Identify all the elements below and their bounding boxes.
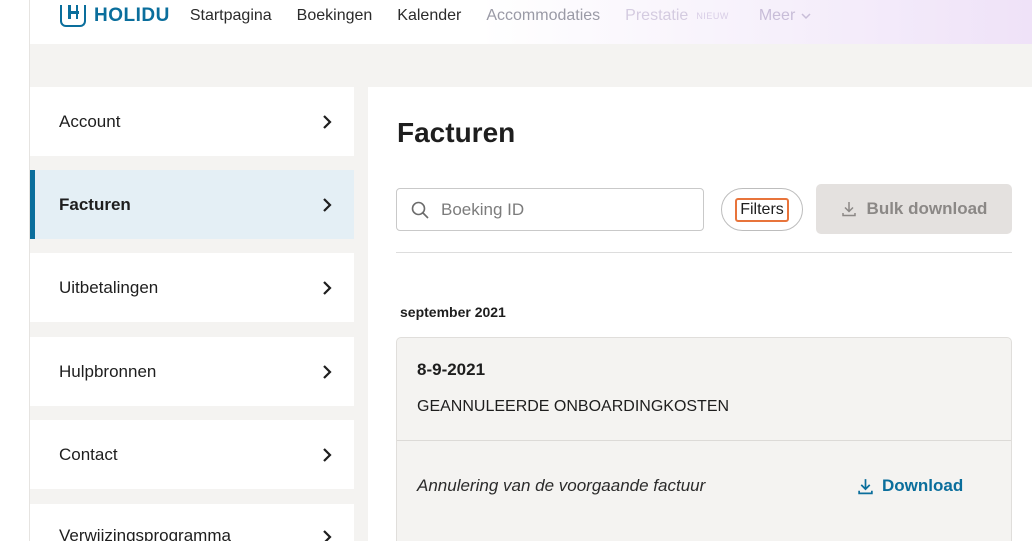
- filters-button[interactable]: Filters: [735, 197, 789, 222]
- sidebar-item-label: Contact: [59, 444, 118, 464]
- divider: [396, 252, 1012, 253]
- chevron-right-icon: [323, 447, 332, 462]
- sidebar-item-facturen[interactable]: Facturen: [30, 170, 354, 239]
- holidu-logo-icon: [60, 5, 86, 27]
- booking-id-search-input[interactable]: [441, 199, 681, 220]
- chevron-right-icon: [323, 530, 332, 541]
- brand-name: HOLIDU: [94, 5, 170, 26]
- left-gutter: [0, 0, 30, 541]
- top-navigation: HOLIDU Startpagina Boekingen Kalender Ac…: [30, 0, 1032, 44]
- invoice-card: 8-9-2021 GEANNULEERDE ONBOARDINGKOSTEN A…: [396, 337, 1012, 541]
- invoice-date: 8-9-2021: [417, 360, 486, 379]
- sidebar-item-hulpbronnen[interactable]: Hulpbronnen: [30, 337, 354, 406]
- sidebar-item-verwijzingsprogramma[interactable]: Verwijzingsprogramma: [30, 504, 354, 541]
- chevron-down-icon: [801, 12, 811, 19]
- chevron-right-icon: [323, 114, 332, 129]
- filters-pill[interactable]: Filters: [721, 188, 803, 231]
- chevron-right-icon: [323, 280, 332, 295]
- download-label: Download: [882, 476, 964, 495]
- sidebar-item-uitbetalingen[interactable]: Uitbetalingen: [30, 253, 354, 322]
- main-panel: Facturen Filters Bulk download september…: [368, 87, 1032, 541]
- nav-item-prestatie[interactable]: Prestatie: [625, 7, 688, 25]
- download-icon: [841, 202, 856, 217]
- invoice-description: Annulering van de voorgaande factuur: [417, 476, 706, 495]
- nav-item-startpagina[interactable]: Startpagina: [190, 7, 272, 25]
- search-icon: [411, 201, 429, 219]
- bulk-download-label: Bulk download: [866, 199, 988, 218]
- sidebar-item-label: Hulpbronnen: [59, 361, 157, 381]
- sidebar-item-label: Facturen: [59, 194, 131, 214]
- sidebar-item-label: Uitbetalingen: [59, 277, 159, 297]
- invoice-type: GEANNULEERDE ONBOARDINGKOSTEN: [417, 398, 730, 415]
- nav-more-menu[interactable]: Meer: [759, 7, 811, 25]
- search-box[interactable]: [396, 188, 704, 231]
- nav-more-label: Meer: [758, 7, 796, 24]
- bulk-download-button[interactable]: Bulk download: [816, 184, 1012, 234]
- chevron-right-icon: [323, 364, 332, 379]
- sidebar-item-label: Account: [59, 111, 121, 131]
- chevron-right-icon: [323, 197, 332, 212]
- invoice-download-button[interactable]: Download: [857, 476, 963, 496]
- download-icon: [858, 478, 873, 494]
- sidebar-item-contact[interactable]: Contact: [30, 420, 354, 489]
- nav-item-accommodaties[interactable]: Accommodaties: [486, 7, 600, 25]
- invoice-separator: [397, 440, 1011, 441]
- month-group-label: september 2021: [400, 304, 506, 320]
- sidebar-item-label: Verwijzingsprogramma: [59, 526, 231, 541]
- holidu-logo[interactable]: HOLIDU: [60, 5, 170, 27]
- main-nav: Startpagina Boekingen Kalender Accommoda…: [190, 7, 811, 25]
- new-badge: NIEUW: [696, 11, 729, 21]
- nav-item-boekingen[interactable]: Boekingen: [297, 7, 373, 25]
- page-title: Facturen: [397, 117, 516, 148]
- sidebar-item-account[interactable]: Account: [30, 87, 354, 156]
- nav-item-kalender[interactable]: Kalender: [397, 7, 461, 25]
